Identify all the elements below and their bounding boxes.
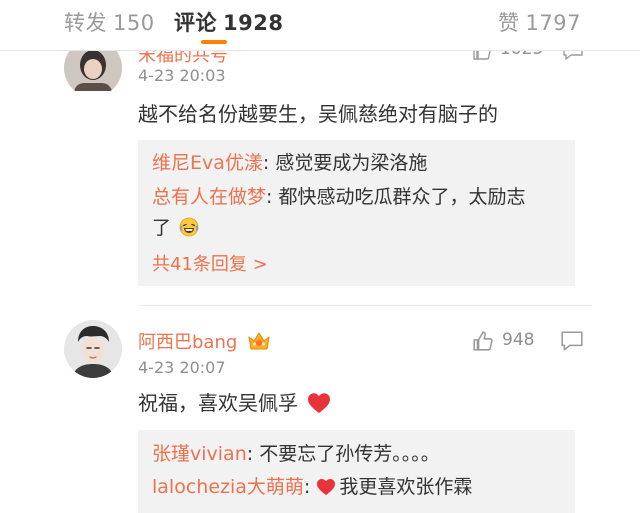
comment-tab-bar: 转发 150 评论 1928 赞 1797: [0, 0, 640, 44]
reply-text: 都快感动吃瓜群众了，太励志: [278, 186, 526, 208]
like-count: 948: [502, 330, 535, 350]
view-more-replies-link[interactable]: 共41条回复 >: [152, 250, 268, 276]
red-heart-emoji-icon: [308, 393, 331, 413]
commenter-username[interactable]: 阿西巴bang: [138, 328, 271, 354]
avatar-image: [64, 51, 122, 91]
reply-item[interactable]: 总有人在做梦: 都快感动吃瓜群众了，太励志: [152, 182, 525, 209]
thumbs-up-icon: [473, 331, 493, 351]
tab-repost[interactable]: 转发 150: [64, 7, 155, 37]
member-crown-badge-icon: [248, 332, 270, 350]
reply-item[interactable]: 维尼Eva优漾: 感觉要成为梁洛施: [152, 148, 427, 175]
reply-separator: :: [246, 443, 260, 465]
tab-likes[interactable]: 赞 1797: [498, 7, 581, 37]
tab-comments[interactable]: 评论 1928: [174, 7, 283, 37]
reply-text: 不要忘了孙传芳。。。。: [259, 443, 440, 465]
thumbs-up-icon: [473, 51, 491, 60]
reply-author[interactable]: lalochezia大萌萌: [152, 476, 304, 498]
comment-timestamp: 4-23 20:07: [138, 358, 226, 377]
avatar-image: [64, 320, 122, 378]
comment-text[interactable]: 越不给名份越要生，吴佩慈绝对有脑子的: [138, 98, 498, 127]
reply-separator: :: [262, 152, 276, 174]
reply-text-cont: 了: [152, 217, 172, 239]
tab-repost-count: 150: [113, 11, 155, 35]
comment-header-clipped: 宋福的共号 1025: [0, 51, 640, 91]
commenter-username[interactable]: 宋福的共号: [138, 51, 228, 67]
like-control[interactable]: 948: [472, 329, 592, 353]
reply-text: 感觉要成为梁洛施: [275, 152, 428, 174]
reply-item[interactable]: 张瑾vivian: 不要忘了孙传芳。。。。: [152, 439, 440, 466]
reply-preview-box[interactable]: 维尼Eva优漾: 感觉要成为梁洛施 总有人在做梦: 都快感动吃瓜群众了，太励志 …: [138, 140, 575, 286]
comment-divider: [138, 305, 592, 306]
tab-likes-label: 赞: [498, 11, 520, 35]
comment-text-content: 祝福，喜欢吴佩孚: [138, 391, 298, 415]
like-count: 1025: [500, 51, 543, 59]
reply-separator: :: [266, 186, 279, 208]
commenter-username-text: 阿西巴bang: [138, 332, 238, 353]
comment-timestamp: 4-23 20:03: [138, 66, 226, 85]
reply-icon[interactable]: [560, 330, 584, 352]
commenter-avatar[interactable]: [64, 51, 122, 91]
tab-likes-count: 1797: [525, 11, 581, 35]
reply-item[interactable]: lalochezia大萌萌: 我更喜欢张作霖: [152, 472, 472, 499]
reply-text-continued: 了: [152, 213, 199, 240]
reply-author[interactable]: 维尼Eva优漾: [152, 152, 263, 174]
like-control[interactable]: 1025: [472, 51, 592, 63]
reply-author[interactable]: 总有人在做梦: [152, 186, 266, 208]
red-heart-emoji-icon: [317, 478, 336, 496]
active-tab-indicator: [201, 40, 227, 44]
tab-comments-label: 评论: [174, 11, 217, 35]
reply-preview-box[interactable]: 张瑾vivian: 不要忘了孙传芳。。。。 lalochezia大萌萌: 我更喜…: [138, 430, 575, 513]
tab-comments-count: 1928: [223, 11, 284, 35]
reply-author[interactable]: 张瑾vivian: [152, 443, 247, 465]
laughing-emoji-icon: [179, 217, 199, 237]
reply-icon: [563, 51, 583, 60]
commenter-avatar[interactable]: [64, 320, 122, 378]
tab-repost-label: 转发: [64, 11, 107, 35]
reply-text: 我更喜欢张作霖: [339, 476, 473, 498]
comment-text[interactable]: 祝福，喜欢吴佩孚: [138, 387, 331, 416]
reply-separator: :: [303, 476, 317, 498]
